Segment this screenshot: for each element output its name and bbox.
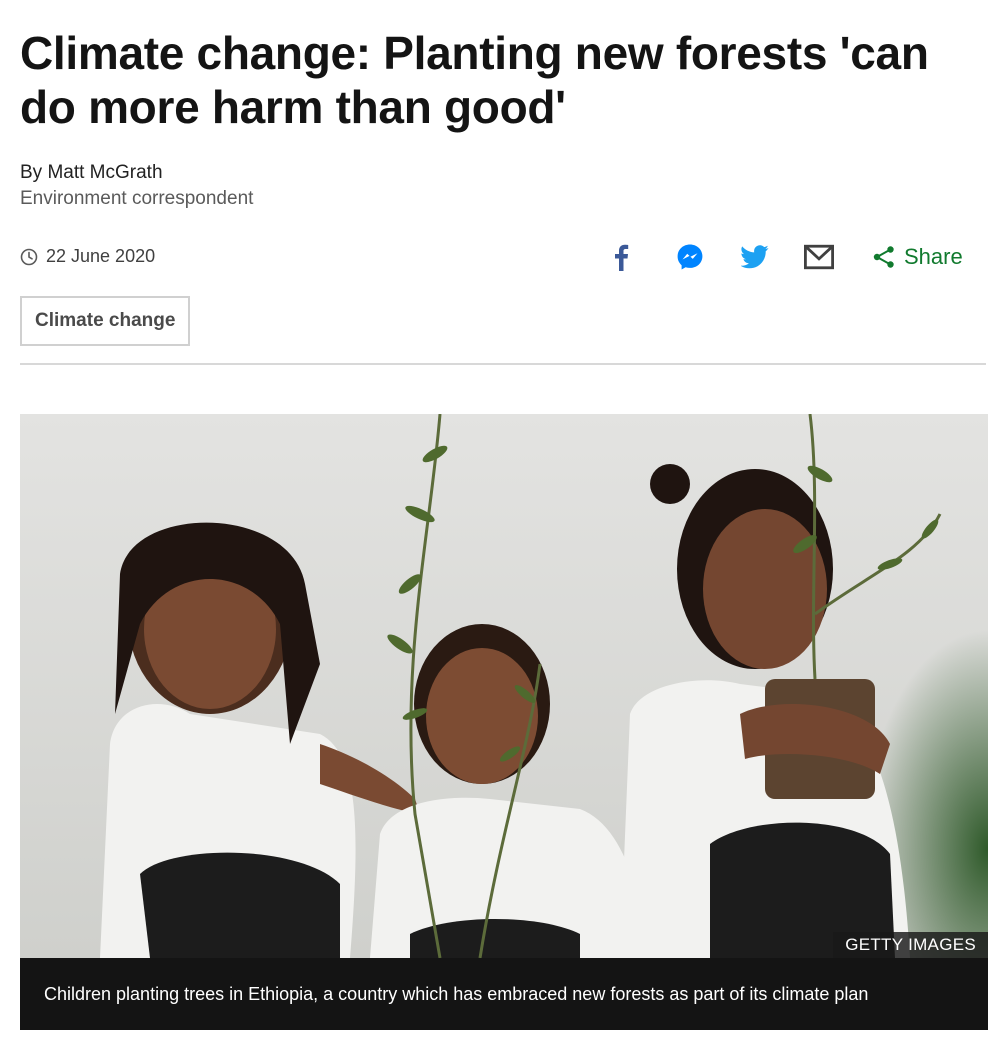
twitter-icon[interactable] <box>740 242 770 272</box>
author-name: By Matt McGrath <box>20 162 163 183</box>
topic-tag-climate-change[interactable]: Climate change <box>20 296 191 346</box>
messenger-icon[interactable] <box>675 242 705 272</box>
image-caption: Children planting trees in Ethiopia, a c… <box>20 958 988 1030</box>
headline: Climate change: Planting new forests 'ca… <box>20 27 929 133</box>
divider <box>20 363 986 365</box>
share-label: Share <box>904 244 963 269</box>
byline: By Matt McGrath Environment corresponden… <box>20 160 253 212</box>
share-icon <box>873 246 894 268</box>
image-credit: GETTY IMAGES <box>833 932 988 958</box>
topic-tag-label: Climate change <box>35 310 176 331</box>
article-figure: GETTY IMAGES Children planting trees in … <box>20 414 988 1030</box>
article-photo <box>20 414 988 958</box>
author-role: Environment correspondent <box>20 188 254 209</box>
share-button[interactable]: Share <box>872 242 963 272</box>
publish-date: 22 June 2020 <box>20 246 155 267</box>
share-toolbar: Share <box>600 238 970 276</box>
clock-icon <box>20 248 38 266</box>
children-planting-trees-image <box>20 414 988 958</box>
date-text: 22 June 2020 <box>46 246 156 266</box>
facebook-icon[interactable] <box>606 242 636 272</box>
email-icon[interactable] <box>804 242 834 272</box>
